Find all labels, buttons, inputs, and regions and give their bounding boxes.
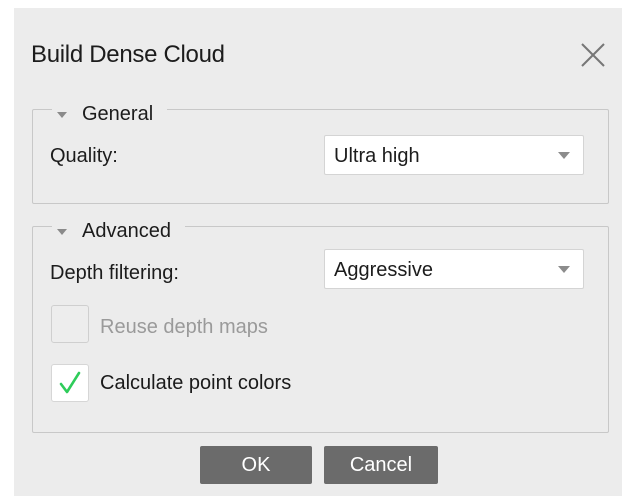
cancel-button[interactable]: Cancel: [324, 446, 438, 484]
depth-filtering-label: Depth filtering:: [50, 262, 179, 284]
quality-label: Quality:: [50, 145, 118, 167]
general-group-header[interactable]: General: [52, 103, 168, 126]
collapse-triangle-icon: [57, 228, 67, 235]
build-dense-cloud-dialog: Build Dense Cloud General Quality: Ultra…: [14, 8, 622, 496]
checkmark-icon: [59, 371, 81, 394]
general-group-label: General: [82, 103, 158, 126]
ok-button[interactable]: OK: [200, 446, 312, 484]
dialog-title: Build Dense Cloud: [31, 41, 225, 68]
quality-select[interactable]: Ultra high: [324, 135, 584, 175]
depth-filtering-select[interactable]: Aggressive: [324, 249, 584, 289]
reuse-depth-maps-label: Reuse depth maps: [100, 316, 268, 338]
dropdown-arrow-icon: [558, 266, 570, 273]
close-icon: [581, 43, 605, 67]
collapse-triangle-icon: [57, 111, 67, 118]
dropdown-arrow-icon: [558, 152, 570, 159]
advanced-group-header[interactable]: Advanced: [52, 220, 185, 243]
depth-filtering-select-value: Aggressive: [334, 259, 433, 281]
calculate-point-colors-checkbox[interactable]: [51, 364, 89, 402]
close-button[interactable]: [580, 42, 606, 68]
reuse-depth-maps-checkbox[interactable]: [51, 305, 89, 343]
quality-select-value: Ultra high: [334, 145, 420, 167]
advanced-group-label: Advanced: [82, 220, 175, 243]
calculate-point-colors-label: Calculate point colors: [100, 372, 292, 394]
